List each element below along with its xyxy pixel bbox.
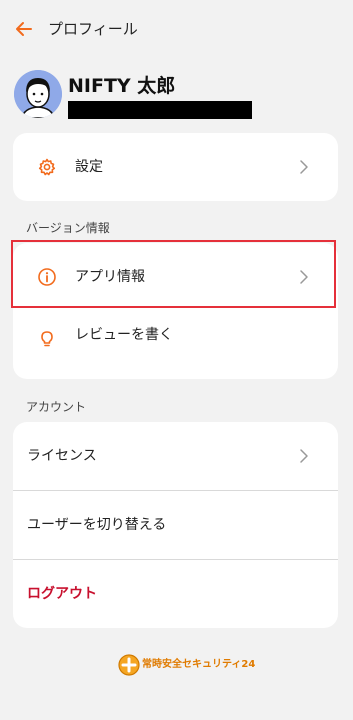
- app-info-label: アプリ情報: [75, 269, 145, 285]
- info-icon: [38, 268, 56, 286]
- lightbulb-icon: [41, 331, 53, 347]
- version-section-heading: バージョン情報: [26, 221, 110, 235]
- chevron-right-icon: [300, 449, 308, 463]
- app-info-row[interactable]: アプリ情報: [11, 240, 338, 311]
- settings-card: 設定: [13, 133, 338, 201]
- user-name: NIFTY 太郎: [68, 75, 176, 97]
- logout-label: ログアウト: [27, 586, 97, 602]
- profile-section: NIFTY 太郎: [0, 66, 353, 126]
- gear-icon: [38, 158, 56, 176]
- logo-text: 常時安全セキュリティ24: [142, 659, 256, 670]
- license-row[interactable]: ライセンス: [13, 422, 338, 490]
- chevron-right-icon: [300, 270, 308, 284]
- write-review-label: レビューを書く: [75, 327, 173, 343]
- version-card: アプリ情報 レビューを書く: [11, 240, 338, 379]
- account-card: ライセンス ユーザーを切り替える ログアウト: [13, 422, 338, 628]
- redacted-user-id: [68, 101, 252, 119]
- back-arrow-icon[interactable]: [14, 19, 34, 39]
- settings-row[interactable]: 設定: [13, 133, 338, 201]
- settings-label: 設定: [75, 159, 103, 175]
- account-section-heading: アカウント: [26, 400, 87, 414]
- logout-row[interactable]: ログアウト: [13, 560, 338, 628]
- page-title: プロフィール: [48, 20, 138, 38]
- avatar-face-icon: [14, 70, 62, 118]
- switch-user-row[interactable]: ユーザーを切り替える: [13, 491, 338, 559]
- selection-highlight: [11, 240, 336, 308]
- chevron-right-icon: [300, 160, 308, 174]
- license-label: ライセンス: [27, 448, 97, 464]
- write-review-row[interactable]: レビューを書く: [13, 311, 338, 379]
- plus-shield-icon: [118, 654, 140, 676]
- switch-user-label: ユーザーを切り替える: [27, 517, 167, 533]
- app-header: プロフィール: [0, 0, 353, 58]
- avatar: [14, 70, 62, 118]
